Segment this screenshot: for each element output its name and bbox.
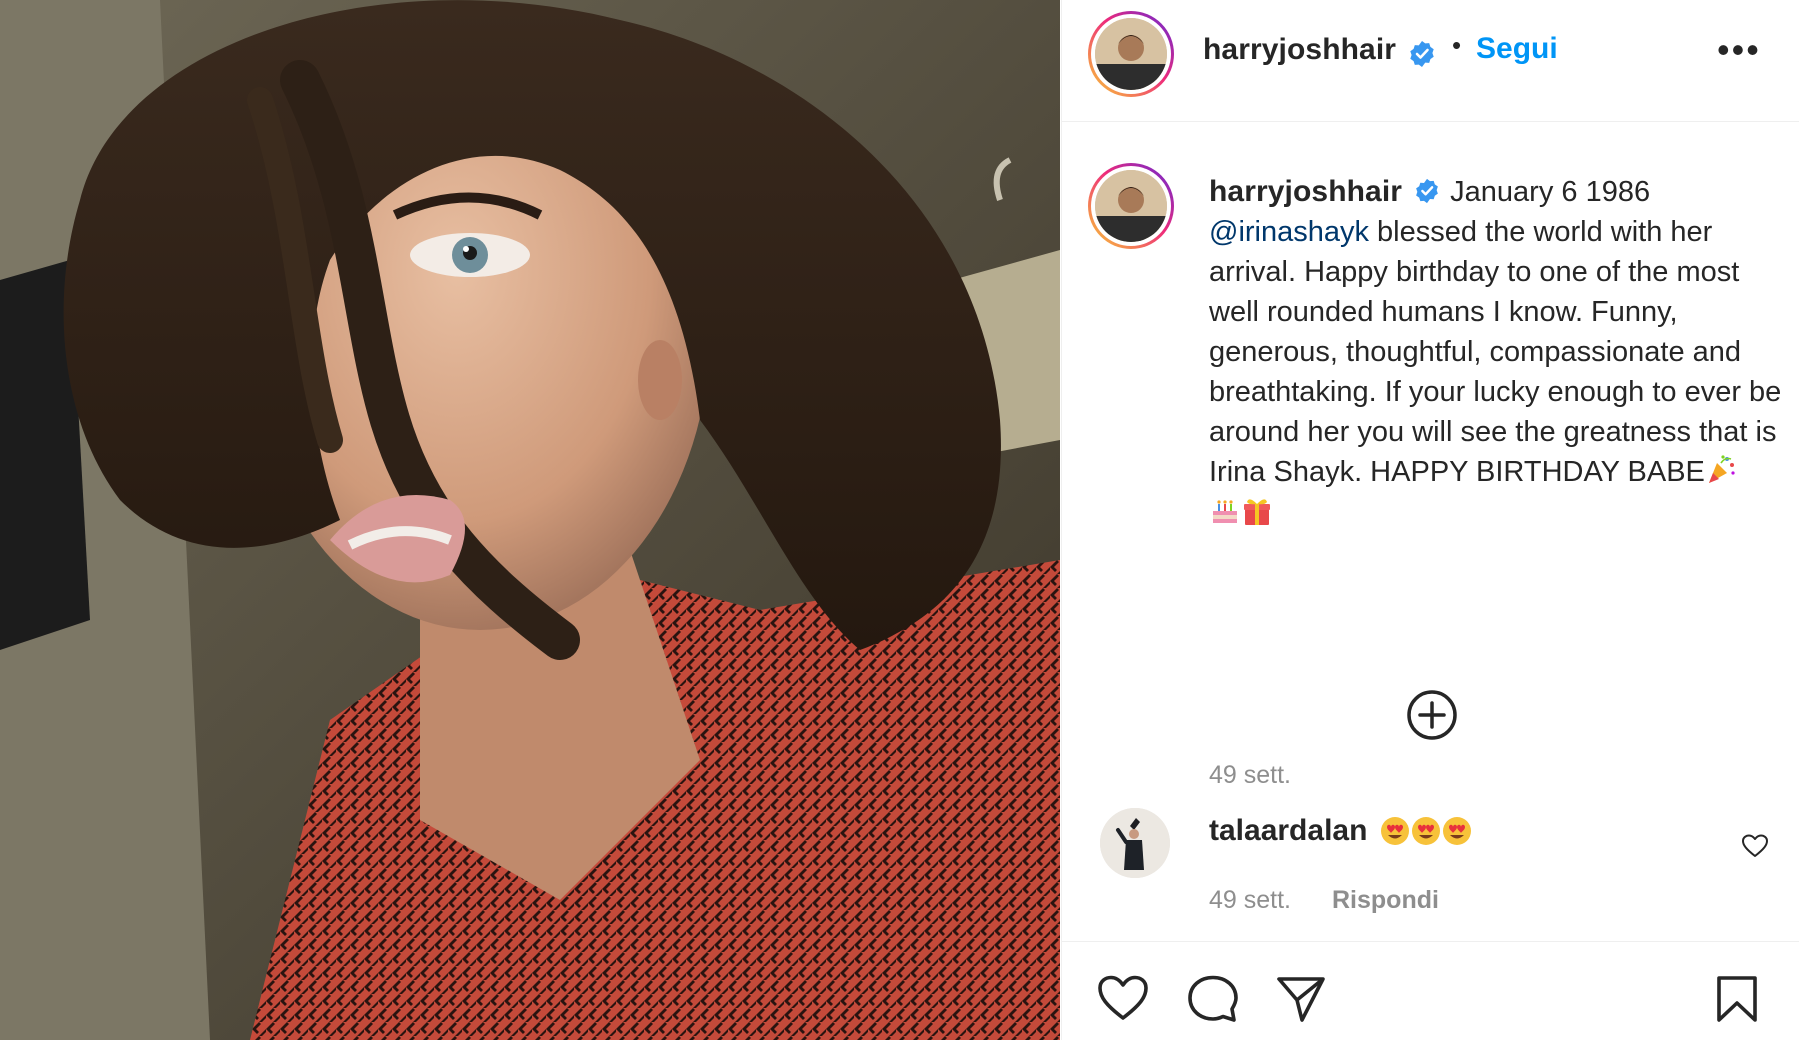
- post-side-panel: harryjoshhair • Segui ••• harryjoshhair …: [1061, 0, 1799, 1040]
- mention-link[interactable]: @irinashayk: [1209, 216, 1369, 248]
- reply-button[interactable]: Rispondi: [1332, 886, 1439, 915]
- caption-body: blessed the world with her arrival. Happ…: [1209, 216, 1782, 488]
- like-heart-icon[interactable]: [1098, 975, 1148, 1026]
- commenter-avatar-image: [1100, 808, 1170, 878]
- load-more-comments-button[interactable]: [1405, 688, 1459, 742]
- plus-circle-icon: [1407, 690, 1457, 740]
- caption-date: January 6 1986: [1442, 176, 1651, 208]
- comment-icon[interactable]: [1188, 975, 1238, 1028]
- comment-timestamp[interactable]: 49 sett.: [1209, 886, 1291, 915]
- follow-button[interactable]: Segui: [1476, 32, 1558, 66]
- action-bar: [1062, 941, 1799, 1040]
- post-photo[interactable]: [0, 0, 1060, 1040]
- comment-text: [1380, 816, 1476, 851]
- portrait-photo-illustration: [0, 0, 1060, 1040]
- author-avatar[interactable]: [1088, 11, 1174, 97]
- caption-avatar-image: [1095, 170, 1167, 242]
- comment-like-heart-icon[interactable]: [1742, 834, 1768, 863]
- caption-username[interactable]: harryjoshhair: [1209, 175, 1402, 208]
- caption-verified-badge-icon: [1416, 179, 1438, 204]
- author-username[interactable]: harryjoshhair: [1203, 33, 1396, 67]
- heart-eyes-emoji-icon: [1381, 817, 1471, 845]
- party-popper-icon: [1708, 455, 1735, 483]
- share-direct-icon[interactable]: [1276, 975, 1326, 1028]
- caption-timestamp[interactable]: 49 sett.: [1209, 761, 1291, 790]
- verified-badge-icon: [1408, 40, 1436, 73]
- author-avatar-image: [1095, 18, 1167, 90]
- separator-dot: •: [1452, 30, 1462, 60]
- caption-text: harryjoshhair January 6 1986 @irinashayk …: [1209, 172, 1784, 532]
- commenter-username[interactable]: talaardalan: [1209, 814, 1367, 848]
- birthday-cake-icon: [1213, 500, 1237, 523]
- more-options-icon[interactable]: •••: [1717, 32, 1761, 68]
- bookmark-icon[interactable]: [1716, 975, 1758, 1028]
- caption-avatar[interactable]: [1088, 163, 1174, 249]
- wrapped-gift-icon: [1244, 499, 1270, 525]
- post-header: harryjoshhair • Segui •••: [1062, 0, 1799, 122]
- commenter-avatar[interactable]: [1100, 808, 1170, 878]
